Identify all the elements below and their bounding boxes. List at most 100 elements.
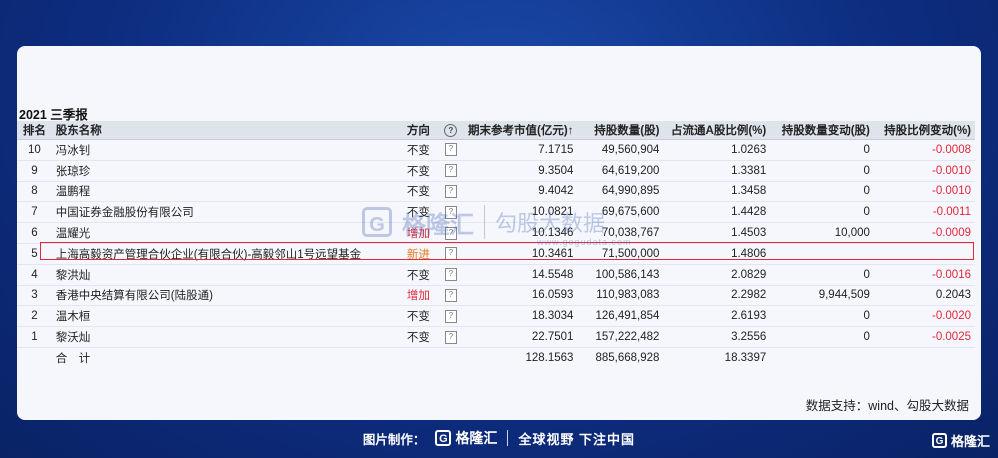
col-direction[interactable]: 方向 bbox=[402, 121, 438, 140]
shares-cell: 100,586,143 bbox=[577, 264, 664, 286]
shares-cell: 126,491,854 bbox=[577, 305, 664, 328]
change-cell: 0 bbox=[770, 160, 874, 182]
holder-name-cell: 温木桓 bbox=[51, 305, 403, 328]
direction-cell: 不变 bbox=[402, 160, 438, 182]
col-change[interactable]: 持股数量变动(股) bbox=[770, 121, 874, 140]
value-cell: 9.3504 bbox=[464, 160, 578, 182]
watermark-url: www.gogudata.com bbox=[537, 237, 632, 247]
rank-cell: 3 bbox=[17, 285, 52, 307]
table-body: 10 冯冰钊 不变? 7.1715 49,560,904 1.0263 0 -0.0008 9 张… bbox=[17, 139, 975, 348]
rank-cell: 4 bbox=[17, 264, 52, 286]
ratio-cell: 1.3381 bbox=[663, 160, 771, 182]
help-icon[interactable]: ? bbox=[444, 123, 458, 137]
change-ratio-cell: -0.0020 bbox=[873, 305, 975, 328]
total-label: 合 计 bbox=[55, 352, 91, 365]
table-row[interactable]: 4 黎洪灿 不变? 14.5548 100,586,143 2.0829 0 -0.0016 bbox=[17, 264, 975, 286]
help-cell: ? bbox=[437, 222, 465, 244]
holder-name-cell: 中国证券金融股份有限公司 bbox=[51, 201, 403, 224]
ratio-cell: 1.4806 bbox=[663, 243, 771, 265]
total-shares: 885,668,928 bbox=[595, 351, 660, 364]
change-cell bbox=[770, 243, 874, 265]
rank-cell: 8 bbox=[17, 181, 52, 203]
direction-cell: 新进 bbox=[402, 243, 438, 265]
table-row[interactable]: 9 张琼珍 不变? 9.3504 64,619,200 1.3381 0 -0.0010 bbox=[17, 160, 975, 182]
shares-cell: 69,675,600 bbox=[577, 201, 664, 224]
rank-cell: 10 bbox=[17, 139, 52, 161]
holder-name-cell: 温鹏程 bbox=[51, 181, 403, 203]
direction-cell: 不变 bbox=[402, 305, 438, 328]
col-shares[interactable]: 持股数量(股) bbox=[577, 121, 664, 140]
value-cell: 9.4042 bbox=[464, 181, 578, 203]
col-value[interactable]: 期末参考市值(亿元)↑ bbox=[464, 121, 578, 140]
row-help-icon[interactable]: ? bbox=[444, 247, 457, 261]
sort-icon[interactable]: ↑ bbox=[568, 125, 574, 137]
table-row[interactable]: 2 温木桓 不变? 18.3034 126,491,854 2.6193 0 -0.0020 bbox=[17, 305, 975, 328]
help-cell: ? bbox=[437, 264, 465, 286]
change-ratio-cell: -0.0008 bbox=[873, 139, 975, 161]
row-help-icon[interactable]: ? bbox=[444, 309, 457, 323]
table-row[interactable]: 10 冯冰钊 不变? 7.1715 49,560,904 1.0263 0 -0.0008 bbox=[17, 139, 975, 161]
shares-cell: 64,990,895 bbox=[577, 181, 664, 203]
corner-brand: 格隆汇 bbox=[950, 434, 990, 449]
holder-name-cell: 冯冰钊 bbox=[51, 139, 403, 161]
total-ratio: 18.3397 bbox=[724, 351, 767, 364]
rank-cell: 5 bbox=[17, 243, 52, 265]
change-cell: 9,944,509 bbox=[770, 285, 874, 307]
table-row[interactable]: 8 温鹏程 不变? 9.4042 64,990,895 1.3458 0 -0.0010 bbox=[17, 181, 975, 203]
row-help-icon[interactable]: ? bbox=[444, 226, 457, 240]
ratio-cell: 1.4503 bbox=[663, 222, 771, 244]
corner-logo: G 格隆汇 bbox=[931, 431, 990, 450]
shares-cell: 157,222,482 bbox=[577, 326, 664, 348]
holder-name-cell: 上海高毅资产管理合伙企业(有限合伙)-高毅邻山1号远望基金 bbox=[51, 243, 403, 265]
value-cell: 7.1715 bbox=[464, 139, 578, 161]
holder-name-cell: 香港中央结算有限公司(陆股通) bbox=[51, 285, 403, 307]
data-source: 数据支持：wind、勾股大数据 bbox=[805, 399, 969, 413]
table-row[interactable]: 7 中国证券金融股份有限公司 不变? 10.0821 69,675,600 1.4428 0… bbox=[17, 201, 975, 224]
table-row[interactable]: 5 上海高毅资产管理合伙企业(有限合伙)-高毅邻山1号远望基金 新进? 10.3461… bbox=[17, 243, 975, 265]
value-cell: 16.0593 bbox=[464, 285, 578, 307]
rank-cell: 6 bbox=[17, 222, 52, 244]
row-help-icon[interactable]: ? bbox=[444, 268, 457, 282]
help-cell: ? bbox=[437, 160, 465, 182]
col-change-ratio[interactable]: 持股比例变动(%) bbox=[873, 121, 975, 140]
col-ratio[interactable]: 占流通A股比例(%) bbox=[663, 121, 771, 140]
table-row[interactable]: 1 黎沃灿 不变? 22.7501 157,222,482 3.2556 0 -0.0025 bbox=[17, 326, 975, 348]
shares-cell: 110,983,083 bbox=[577, 285, 664, 307]
holders-card: 2021 三季报 排名 股东名称 方向 ? 期末参考市值(亿元)↑ 持股数量(股… bbox=[17, 46, 981, 420]
holder-name-cell: 黎沃灿 bbox=[51, 326, 403, 348]
row-help-icon[interactable]: ? bbox=[444, 164, 457, 178]
col-value-label: 期末参考市值(亿元) bbox=[468, 125, 568, 137]
change-cell: 0 bbox=[770, 326, 874, 348]
direction-cell: 增加 bbox=[402, 222, 438, 244]
ratio-cell: 2.6193 bbox=[663, 305, 771, 328]
help-cell: ? bbox=[437, 326, 465, 348]
row-help-icon[interactable]: ? bbox=[444, 205, 457, 219]
corner-logo-icon: G bbox=[931, 433, 947, 448]
change-cell: 0 bbox=[770, 139, 874, 161]
col-name[interactable]: 股东名称 bbox=[51, 121, 403, 140]
made-by-label: 图片制作： bbox=[362, 432, 426, 447]
change-cell: 10,000 bbox=[770, 222, 874, 244]
help-cell: ? bbox=[437, 305, 465, 328]
table-row[interactable]: 3 香港中央结算有限公司(陆股通) 增加? 16.0593 110,983,083 2.2… bbox=[17, 285, 975, 307]
value-cell: 10.0821 bbox=[464, 201, 578, 224]
col-help[interactable]: ? bbox=[437, 121, 465, 140]
change-ratio-cell: -0.0010 bbox=[873, 181, 975, 203]
total-row: 合 计 128.1563 885,668,928 18.3397 bbox=[17, 347, 975, 367]
change-cell: 0 bbox=[770, 264, 874, 286]
ratio-cell: 2.0829 bbox=[663, 264, 771, 286]
col-rank[interactable]: 排名 bbox=[17, 121, 52, 140]
direction-cell: 不变 bbox=[402, 326, 438, 348]
ratio-cell: 3.2556 bbox=[663, 326, 771, 348]
rank-cell: 9 bbox=[17, 160, 52, 182]
row-help-icon[interactable]: ? bbox=[444, 330, 457, 344]
table-row[interactable]: 6 温耀光 增加? 10.1346 70,038,767 1.4503 10,000 -0.0… bbox=[17, 222, 975, 244]
row-help-icon[interactable]: ? bbox=[444, 288, 457, 302]
ratio-cell: 1.4428 bbox=[663, 201, 771, 224]
footer: 图片制作： G 格隆汇 全球视野 下注中国 bbox=[0, 426, 998, 450]
row-help-icon[interactable]: ? bbox=[444, 184, 457, 198]
rank-cell: 1 bbox=[17, 326, 52, 348]
table-header-row: 排名 股东名称 方向 ? 期末参考市值(亿元)↑ 持股数量(股) 占流通A股比例… bbox=[17, 121, 975, 140]
ratio-cell: 2.2982 bbox=[663, 285, 771, 307]
row-help-icon[interactable]: ? bbox=[444, 143, 457, 157]
